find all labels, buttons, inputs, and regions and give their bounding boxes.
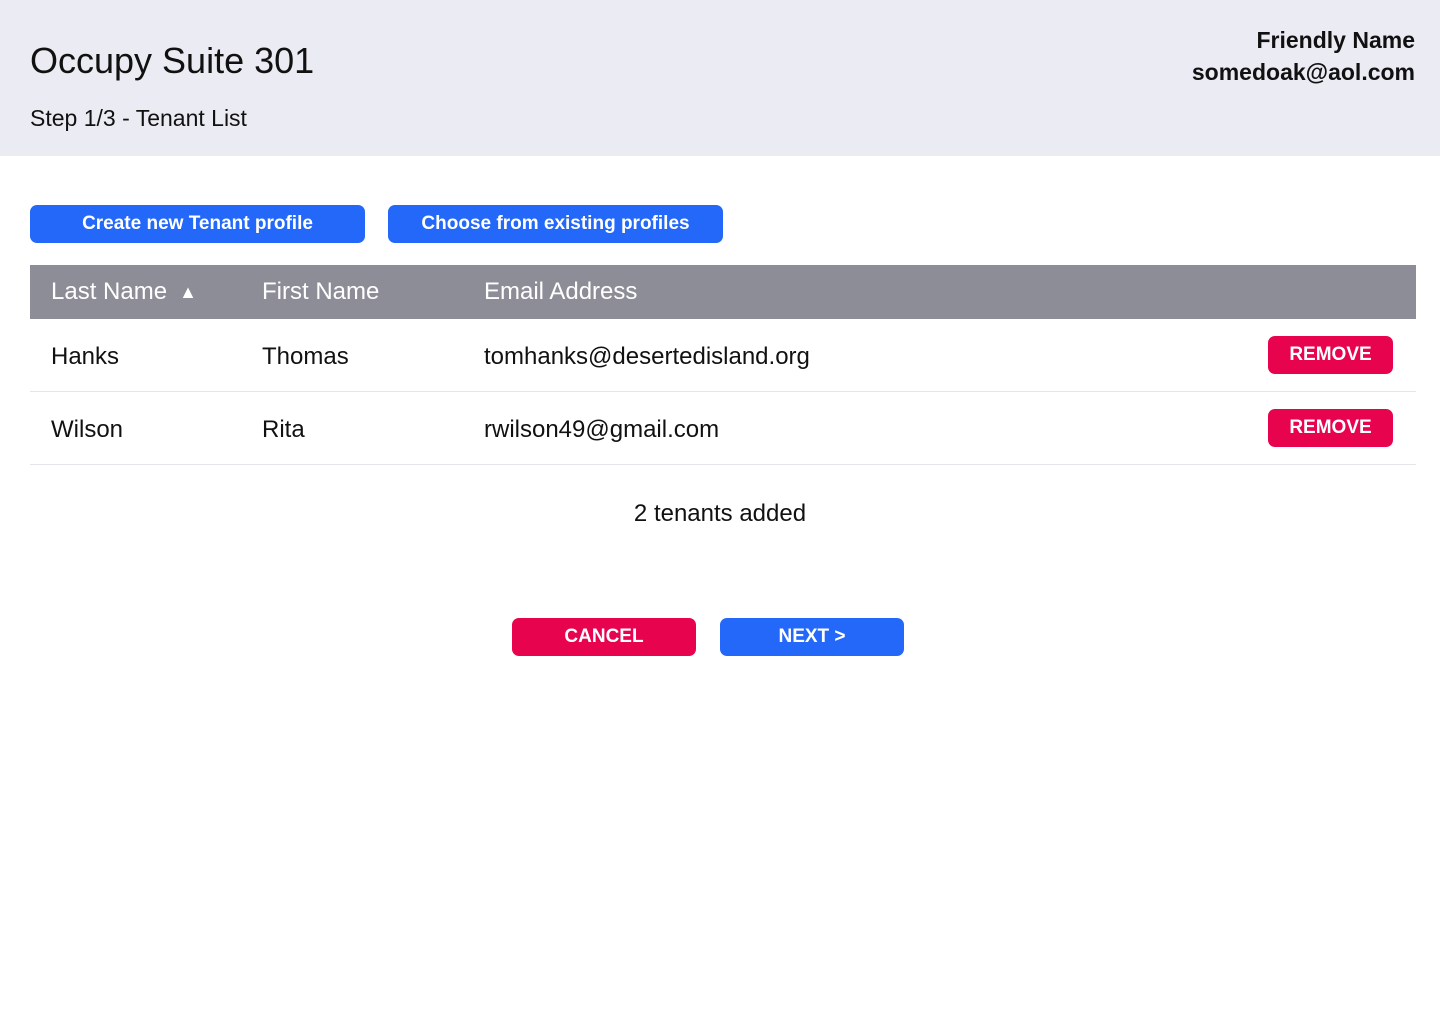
user-info: Friendly Name somedoak@aol.com [1192,24,1415,88]
user-email: somedoak@aol.com [1191,59,1415,85]
cancel-button[interactable]: CANCEL [512,618,696,656]
cell-email: tomhanks@desertedisland.org [484,343,810,370]
step-indicator: Step 1/3 - Tenant List [30,105,247,131]
table-row: Hanks Thomas tomhanks@desertedisland.org… [30,319,1416,392]
sort-ascending-icon[interactable]: ▲ [179,265,197,319]
remove-tenant-button[interactable]: REMOVE [1268,409,1393,447]
cell-email: rwilson49@gmail.com [484,416,720,443]
tenant-count: 2 tenants added [633,500,807,527]
column-header-label: Last Name [51,278,168,305]
tenant-table: Last Name ▲ First Name Email Address Hank… [30,265,1416,465]
remove-tenant-button[interactable]: REMOVE [1268,336,1393,374]
cell-first-name: Rita [262,416,305,443]
next-button[interactable]: NEXT > [720,618,904,656]
cell-first-name: Thomas [262,343,349,370]
user-name: Friendly Name [1256,27,1416,53]
page-header: Occupy Suite 301 Step 1/3 - Tenant List … [0,0,1440,156]
page-title: Occupy Suite 301 [30,40,315,81]
table-header: Last Name ▲ First Name Email Address [30,265,1416,319]
cell-last-name: Hanks [51,343,120,370]
cell-last-name: Wilson [51,416,124,443]
column-header-email[interactable]: Email Address [484,265,637,319]
table-row: Wilson Rita rwilson49@gmail.com REMOVE [30,392,1416,465]
choose-existing-profiles-button[interactable]: Choose from existing profiles [388,205,723,243]
column-header-last-name[interactable]: Last Name ▲ [51,265,197,319]
create-tenant-profile-button[interactable]: Create new Tenant profile [30,205,365,243]
column-header-first-name[interactable]: First Name [262,265,379,319]
